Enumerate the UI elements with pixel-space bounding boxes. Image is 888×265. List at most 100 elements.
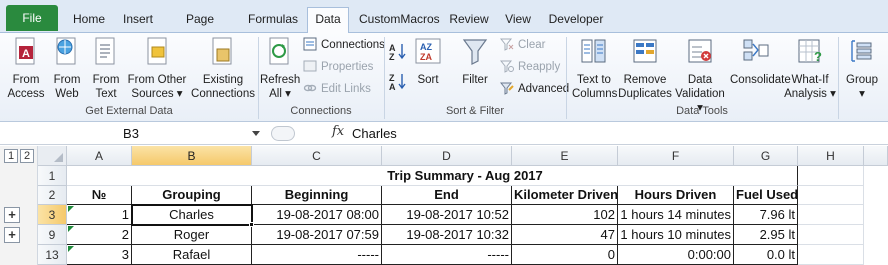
table-cell[interactable]: 2 xyxy=(67,225,132,245)
filter-button[interactable]: Filter xyxy=(456,37,494,87)
expand-group-icon[interactable]: + xyxy=(4,227,20,243)
cell-h3[interactable] xyxy=(798,205,864,225)
from-other-sources-button[interactable]: From Other Sources ▾ xyxy=(126,37,188,101)
column-header-b[interactable]: B xyxy=(132,146,252,166)
insert-function-icon[interactable]: fx xyxy=(332,124,344,139)
table-cell[interactable]: ----- xyxy=(252,245,382,265)
error-indicator-icon[interactable] xyxy=(68,246,74,252)
tab-view[interactable]: View xyxy=(502,8,534,33)
sort-a-to-z-button[interactable]: A Z xyxy=(388,41,408,62)
table-cell[interactable]: 47 xyxy=(512,225,618,245)
remove-duplicates-button[interactable]: Remove Duplicates xyxy=(618,37,672,101)
from-text-button[interactable]: From Text xyxy=(88,37,124,101)
tab-home[interactable]: Home xyxy=(70,8,108,33)
tab-developer[interactable]: Developer xyxy=(547,8,605,33)
cell-a1[interactable] xyxy=(67,166,132,186)
header-end[interactable]: End xyxy=(382,186,512,205)
column-header-f[interactable]: F xyxy=(618,146,734,166)
tab-page-layout[interactable]: Page Layout xyxy=(167,8,233,48)
table-cell[interactable]: 19-08-2017 07:59 xyxy=(252,225,382,245)
refresh-all-button[interactable]: Refresh All ▾ xyxy=(260,37,300,101)
table-cell[interactable]: 2.95 lt xyxy=(734,225,798,245)
data-validation-button[interactable]: Data Validation ▾ xyxy=(672,37,728,115)
column-header-a[interactable]: A xyxy=(67,146,132,166)
table-cell[interactable]: 0:00:00 xyxy=(618,245,734,265)
outline-level-2-button[interactable]: 2 xyxy=(20,149,34,163)
consolidate-label: Consolidate xyxy=(730,74,791,86)
table-cell[interactable]: Charles xyxy=(132,205,252,225)
column-header-next[interactable] xyxy=(864,146,888,166)
tab-file[interactable]: File xyxy=(6,5,58,31)
header-beginning[interactable]: Beginning xyxy=(252,186,382,205)
header-number[interactable]: № xyxy=(67,186,132,205)
table-cell[interactable]: 19-08-2017 10:52 xyxy=(382,205,512,225)
table-cell[interactable]: 1 hours 10 minutes xyxy=(618,225,734,245)
name-box[interactable]: B3 xyxy=(0,124,262,143)
row-header-2[interactable]: 2 xyxy=(38,186,67,205)
table-cell[interactable]: 1 hours 14 minutes xyxy=(618,205,734,225)
column-header-h[interactable]: H xyxy=(798,146,864,166)
existing-connections-button[interactable]: Existing Connections xyxy=(190,37,256,101)
header-hours-driven[interactable]: Hours Driven xyxy=(618,186,734,205)
table-cell[interactable]: ----- xyxy=(382,245,512,265)
connections-button[interactable]: Connections xyxy=(303,36,385,54)
table-cell[interactable]: 19-08-2017 10:32 xyxy=(382,225,512,245)
tab-formulas[interactable]: Formulas xyxy=(246,8,300,33)
outline-level-1-button[interactable]: 1 xyxy=(4,149,18,163)
clear-filter-button[interactable]: Clear xyxy=(500,36,545,54)
cell-h2[interactable] xyxy=(798,186,864,205)
row-header-13[interactable]: 13 xyxy=(38,245,67,265)
text-to-columns-button[interactable]: Text to Columns xyxy=(572,37,617,101)
table-cell[interactable]: 3 xyxy=(67,245,132,265)
edit-links-label: Edit Links xyxy=(321,83,371,95)
cell-h9[interactable] xyxy=(798,225,864,245)
tab-custom-macros[interactable]: CustomMacros xyxy=(359,8,440,33)
cell-h1[interactable] xyxy=(798,166,864,186)
table-cell[interactable]: 1 xyxy=(67,205,132,225)
edit-links-button[interactable]: Edit Links xyxy=(303,80,371,98)
sort-button[interactable]: AZ ZA Sort xyxy=(412,37,444,87)
select-all-corner[interactable] xyxy=(38,146,67,166)
properties-button[interactable]: Properties xyxy=(303,58,373,76)
cell-h13[interactable] xyxy=(798,245,864,265)
name-box-dropdown-icon[interactable] xyxy=(252,131,260,136)
consolidate-button[interactable]: Consolidate xyxy=(730,37,791,87)
formula-input[interactable]: Charles xyxy=(352,122,397,145)
expand-group-icon[interactable]: + xyxy=(4,207,20,223)
table-cell[interactable]: Rafael xyxy=(132,245,252,265)
from-access-button[interactable]: A From Access xyxy=(4,37,48,101)
sort-z-to-a-button[interactable]: Z A xyxy=(388,71,408,92)
tab-review[interactable]: Review xyxy=(449,8,489,33)
header-fuel-used[interactable]: Fuel Used xyxy=(734,186,798,205)
table-cell[interactable]: Roger xyxy=(132,225,252,245)
column-header-c[interactable]: C xyxy=(252,146,382,166)
from-web-label: From Web xyxy=(53,74,81,100)
tab-insert[interactable]: Insert xyxy=(118,8,158,33)
advanced-filter-button[interactable]: Advanced xyxy=(500,80,569,98)
table-cell[interactable]: 0 xyxy=(512,245,618,265)
what-if-analysis-button[interactable]: ? What-If Analysis ▾ xyxy=(784,37,836,101)
table-cell[interactable]: 102 xyxy=(512,205,618,225)
funnel-icon xyxy=(462,39,488,65)
column-header-g[interactable]: G xyxy=(734,146,798,166)
fill-handle[interactable] xyxy=(249,222,254,227)
header-grouping[interactable]: Grouping xyxy=(132,186,252,205)
error-indicator-icon[interactable] xyxy=(68,226,74,232)
column-header-d[interactable]: D xyxy=(382,146,512,166)
table-cell[interactable]: 7.96 lt xyxy=(734,205,798,225)
column-header-e[interactable]: E xyxy=(512,146,618,166)
tab-data[interactable]: Data xyxy=(307,7,349,33)
row-header-9[interactable]: 9 xyxy=(38,225,67,245)
table-cell[interactable]: 0.0 lt xyxy=(734,245,798,265)
reapply-button[interactable]: Reapply xyxy=(500,58,560,76)
row-header-1[interactable]: 1 xyxy=(38,166,67,186)
header-kilometer-driven[interactable]: Kilometer Driven xyxy=(512,186,618,205)
from-web-button[interactable]: From Web xyxy=(48,37,86,101)
error-indicator-icon[interactable] xyxy=(68,206,74,212)
row-header-3[interactable]: 3 xyxy=(38,205,67,225)
table-cell[interactable]: 19-08-2017 08:00 xyxy=(252,205,382,225)
connections-icon xyxy=(303,37,317,51)
access-db-icon: A xyxy=(15,37,35,65)
group-button[interactable]: Group ▾ xyxy=(842,37,882,101)
formula-bar-resize-handle[interactable] xyxy=(271,126,295,141)
